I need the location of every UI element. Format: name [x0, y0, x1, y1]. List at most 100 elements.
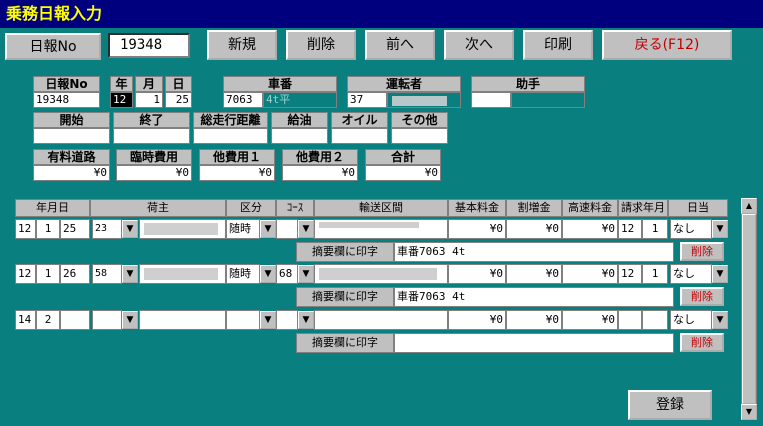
- other-label: その他: [391, 112, 448, 128]
- print-button[interactable]: 印刷: [523, 30, 593, 60]
- row2-base-fee[interactable]: ¥0: [448, 264, 506, 284]
- row2-month[interactable]: 12: [15, 264, 36, 284]
- row2-bill-month[interactable]: 12: [618, 264, 642, 284]
- row3-category-dropdown-icon[interactable]: ▼: [260, 311, 276, 329]
- prev-button[interactable]: 前へ: [365, 30, 435, 60]
- row3-base-fee[interactable]: ¥0: [448, 310, 506, 330]
- row2-category-dropdown-icon[interactable]: ▼: [260, 265, 276, 283]
- end-label: 終了: [113, 112, 190, 128]
- year-field[interactable]: 12: [110, 92, 133, 108]
- row3-overnight[interactable]: なし: [670, 310, 712, 330]
- fuel-label: 給油: [271, 112, 328, 128]
- row2-day[interactable]: 26: [60, 264, 90, 284]
- row3-memo-field[interactable]: [394, 333, 674, 353]
- row2-overnight[interactable]: なし: [670, 264, 712, 284]
- car-no-field[interactable]: 7063: [223, 92, 263, 108]
- register-button[interactable]: 登録: [628, 390, 712, 420]
- row3-bill-day[interactable]: [642, 310, 668, 330]
- row3-surcharge[interactable]: ¥0: [506, 310, 562, 330]
- scroll-up-icon[interactable]: ▲: [741, 198, 757, 214]
- driver-name-field: [387, 92, 461, 108]
- back-button[interactable]: 戻る(F12): [602, 30, 732, 60]
- row2-shipper-dropdown-icon[interactable]: ▼: [122, 265, 138, 283]
- row2-course[interactable]: 68: [276, 264, 298, 284]
- oil-field[interactable]: [331, 128, 388, 144]
- start-field[interactable]: [33, 128, 110, 144]
- row3-highway-fee[interactable]: ¥0: [562, 310, 618, 330]
- day-field[interactable]: 25: [165, 92, 192, 108]
- row1-category[interactable]: 随時: [226, 219, 260, 239]
- row2-bill-day[interactable]: 1: [642, 264, 668, 284]
- other-cost-2-field[interactable]: ¥0: [282, 165, 358, 181]
- row1-route[interactable]: [314, 219, 448, 239]
- row2-delete-button[interactable]: 削除: [680, 287, 724, 306]
- assistant-no-field[interactable]: [471, 92, 511, 108]
- row3-month[interactable]: 14: [15, 310, 36, 330]
- row1-shipper-dropdown-icon[interactable]: ▼: [122, 220, 138, 238]
- scroll-thumb[interactable]: [742, 214, 756, 404]
- row2-route[interactable]: [314, 264, 448, 284]
- row3-memo-label: 摘要欄に印字: [296, 333, 394, 353]
- col-surcharge-header: 割増金: [506, 199, 562, 217]
- row2-shipper-code[interactable]: 58: [92, 264, 122, 284]
- row1-day-of-month[interactable]: 1: [36, 219, 60, 239]
- row1-overnight-dropdown-icon[interactable]: ▼: [712, 220, 728, 238]
- temp-cost-field[interactable]: ¥0: [116, 165, 192, 181]
- year-label: 年: [110, 76, 133, 92]
- row3-category[interactable]: [226, 310, 260, 330]
- row2-day-of-month[interactable]: 1: [36, 264, 60, 284]
- row3-overnight-dropdown-icon[interactable]: ▼: [712, 311, 728, 329]
- row1-delete-button[interactable]: 削除: [680, 242, 724, 261]
- month-field[interactable]: 1: [135, 92, 163, 108]
- row1-surcharge[interactable]: ¥0: [506, 219, 562, 239]
- row3-route[interactable]: [314, 310, 448, 330]
- toll-field[interactable]: ¥0: [33, 165, 110, 181]
- row1-highway-fee[interactable]: ¥0: [562, 219, 618, 239]
- row2-overnight-dropdown-icon[interactable]: ▼: [712, 265, 728, 283]
- row1-memo-field[interactable]: 車番7063 4t: [394, 242, 674, 262]
- row1-category-dropdown-icon[interactable]: ▼: [260, 220, 276, 238]
- other-field[interactable]: [391, 128, 448, 144]
- row1-shipper-name-blur: [144, 223, 218, 235]
- toll-label: 有料道路: [33, 149, 110, 165]
- row1-bill-month[interactable]: 12: [618, 219, 642, 239]
- delete-button[interactable]: 削除: [286, 30, 356, 60]
- row3-shipper-dropdown-icon[interactable]: ▼: [122, 311, 138, 329]
- row3-shipper-name: [139, 310, 226, 330]
- row1-base-fee[interactable]: ¥0: [448, 219, 506, 239]
- other-cost-1-field[interactable]: ¥0: [199, 165, 275, 181]
- row3-course-dropdown-icon[interactable]: ▼: [298, 311, 314, 329]
- row3-day[interactable]: [60, 310, 90, 330]
- row2-route-blur: [319, 268, 437, 280]
- row3-delete-button[interactable]: 削除: [680, 333, 724, 352]
- row2-highway-fee[interactable]: ¥0: [562, 264, 618, 284]
- row2-memo-field[interactable]: 車番7063 4t: [394, 287, 674, 307]
- report-no-field-label: 日報No: [33, 76, 100, 92]
- row1-overnight[interactable]: なし: [670, 219, 712, 239]
- row1-course[interactable]: [276, 219, 298, 239]
- row1-bill-day[interactable]: 1: [642, 219, 668, 239]
- driver-no-field[interactable]: 37: [347, 92, 387, 108]
- row2-surcharge[interactable]: ¥0: [506, 264, 562, 284]
- row2-category[interactable]: 随時: [226, 264, 260, 284]
- row1-shipper-code[interactable]: 23: [92, 219, 122, 239]
- fuel-field[interactable]: [271, 128, 328, 144]
- row3-shipper-code[interactable]: [92, 310, 122, 330]
- scroll-down-icon[interactable]: ▼: [741, 404, 757, 420]
- day-label: 日: [165, 76, 192, 92]
- row3-day-of-month[interactable]: 2: [36, 310, 60, 330]
- car-no-label: 車番: [223, 76, 337, 92]
- report-no-input[interactable]: 19348: [108, 33, 190, 58]
- row1-month[interactable]: 12: [15, 219, 36, 239]
- row1-course-dropdown-icon[interactable]: ▼: [298, 220, 314, 238]
- row3-course[interactable]: [276, 310, 298, 330]
- end-field[interactable]: [113, 128, 190, 144]
- new-button[interactable]: 新規: [207, 30, 277, 60]
- row1-memo-label: 摘要欄に印字: [296, 242, 394, 262]
- next-button[interactable]: 次へ: [444, 30, 514, 60]
- report-no-field[interactable]: 19348: [33, 92, 100, 108]
- row3-bill-month[interactable]: [618, 310, 642, 330]
- row1-day[interactable]: 25: [60, 219, 90, 239]
- distance-field[interactable]: [193, 128, 268, 144]
- row2-course-dropdown-icon[interactable]: ▼: [298, 265, 314, 283]
